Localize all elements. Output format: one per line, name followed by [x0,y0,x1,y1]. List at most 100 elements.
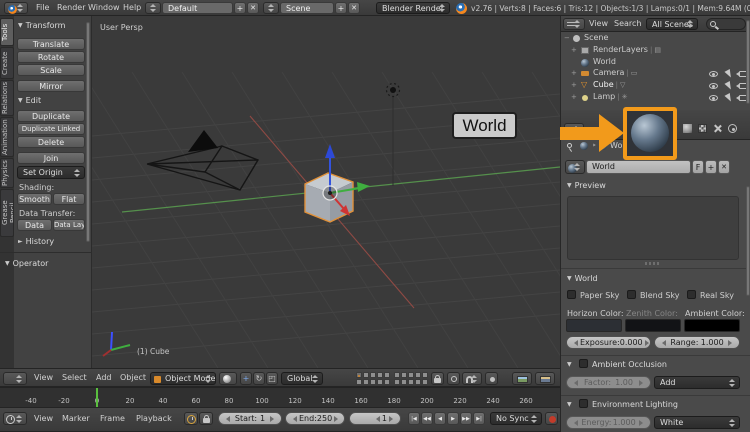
add-menu[interactable]: Add [96,372,112,384]
menu-file[interactable]: File [36,2,49,14]
layer-cell[interactable] [415,372,421,378]
shade-flat-button[interactable]: Flat [53,193,85,205]
layer-cell[interactable] [415,379,421,385]
layer-cell[interactable] [394,379,400,385]
preview-range-toggle[interactable] [184,412,198,425]
keying-toggle[interactable] [485,372,498,385]
layer-cell[interactable] [384,379,390,385]
outliner-scrollbar[interactable] [746,20,750,104]
menu-help[interactable]: Help [123,2,141,14]
panel-edit-header[interactable]: ▼ Edit [18,96,41,105]
world-panel-header[interactable]: ▼ World [567,274,598,283]
pin-icon[interactable] [567,143,572,148]
layer-cell-active[interactable] [356,372,362,378]
layer-cell[interactable] [370,379,376,385]
manipulator-rotate-toggle[interactable]: ↻ [253,372,265,385]
tab-physics-icon[interactable] [728,124,737,133]
menu-window[interactable]: Window [88,2,120,14]
select-toggle-camera[interactable] [724,69,734,79]
duplicate-button[interactable]: Duplicate [17,110,85,122]
render-animation-button[interactable] [535,372,555,385]
tab-texture-icon[interactable] [698,124,707,133]
ao-factor-field[interactable]: Factor: 1.00 [566,376,651,389]
next-keyframe-button[interactable]: ▶▶ [460,412,472,425]
layer-grid-2[interactable] [394,372,428,385]
hide-toggle-lamp[interactable] [709,95,718,101]
zenith-color-swatch[interactable] [625,319,681,332]
panel-drag-dots[interactable] [645,262,661,265]
frame-end-field[interactable]: End: 250 [285,412,345,425]
screen-layout-field[interactable]: Default [162,2,233,14]
outliner-item-renderlayers[interactable]: RenderLayers | ▤ [593,45,661,54]
new-datablock-button[interactable]: + [705,160,717,174]
play-button[interactable]: ▶ [447,412,459,425]
environment-lighting-checkbox[interactable] [579,399,588,408]
layer-grid-1[interactable] [356,372,390,385]
layer-cell[interactable] [408,372,414,378]
data-button[interactable]: Data [17,219,52,231]
unlink-datablock-button[interactable]: ✕ [718,160,730,174]
join-button[interactable]: Join [17,152,85,164]
ao-blend-dropdown[interactable]: Add [654,376,740,389]
tab-create[interactable]: Create [0,47,14,79]
add-layout-button[interactable]: + [234,2,246,14]
layer-cell[interactable] [422,372,428,378]
outliner-search-box[interactable] [706,18,746,30]
paper-sky-checkbox[interactable] [567,290,576,299]
environment-lighting-panel-header[interactable]: ▼ [567,400,575,409]
expander-lamp[interactable]: + [571,93,577,101]
preview-panel-header[interactable]: ▼ Preview [567,181,606,190]
delete-button[interactable]: Delete [17,136,85,148]
id-type-icon-button[interactable] [565,160,585,174]
layer-cell[interactable] [363,379,369,385]
layer-cell[interactable] [401,372,407,378]
close-layout-button[interactable]: ✕ [247,2,259,14]
outliner-item-scene[interactable]: Scene [584,33,608,42]
menu-render[interactable]: Render [57,2,85,14]
view-menu[interactable]: View [34,372,53,384]
select-toggle-cube[interactable] [724,81,734,91]
fake-user-button[interactable]: F [692,160,704,174]
tab-relations[interactable]: Relations [0,80,14,116]
tab-material-icon[interactable] [683,124,692,133]
play-reverse-button[interactable]: ◀ [434,412,446,425]
layer-cell[interactable] [370,372,376,378]
lamp-object[interactable] [385,82,401,187]
ambient-occlusion-checkbox[interactable] [579,359,588,368]
render-engine-dropdown[interactable]: Blender Render [376,2,450,14]
camera-object[interactable] [146,130,260,191]
real-sky-checkbox[interactable] [687,290,696,299]
timeline-marker-menu[interactable]: Marker [62,413,90,425]
jump-to-start-button[interactable]: |◀ [408,412,420,425]
scale-button[interactable]: Scale [17,64,85,76]
range-field[interactable]: Range: 1.000 [654,336,740,349]
duplicate-linked-button[interactable]: Duplicate Linked [17,123,85,135]
current-frame-field[interactable]: 1 [349,412,401,425]
world-tab-icon-large[interactable] [631,114,669,152]
proportional-edit-toggle[interactable] [447,372,460,385]
tab-particles-icon[interactable] [713,124,722,133]
set-origin-dropdown[interactable]: Set Origin [17,166,85,179]
timeline-frame-menu[interactable]: Frame [100,413,125,425]
editor-type-button-timeline[interactable] [3,412,27,425]
timeline-playback-menu[interactable]: Playback [136,413,172,425]
datablock-name-field[interactable]: World [586,160,691,174]
ambient-color-swatch[interactable] [684,319,740,332]
panel-transform-header[interactable]: ▼ Transform [18,21,65,30]
render-still-button[interactable] [512,372,532,385]
add-scene-button[interactable]: + [335,2,347,14]
ambient-occlusion-panel-header[interactable]: ▼ [567,360,575,369]
snap-dropdown[interactable] [462,372,482,385]
viewport-shading-dropdown[interactable] [219,372,237,385]
sync-dropdown[interactable]: No Sync [490,412,542,425]
jump-to-end-button[interactable]: ▶| [473,412,485,425]
prev-keyframe-button[interactable]: ◀◀ [421,412,433,425]
env-energy-field[interactable]: Energy: 1.000 [566,416,651,429]
data-lay-button[interactable]: Data Lay [53,219,85,231]
outliner-item-world[interactable]: World [593,57,616,66]
expander-renderlayers[interactable]: + [571,46,577,54]
record-button[interactable] [545,412,558,425]
editor-type-button-3dview[interactable] [3,372,27,385]
lock-to-scene-toggle[interactable] [431,372,444,385]
editor-type-button-outliner[interactable] [563,18,585,30]
